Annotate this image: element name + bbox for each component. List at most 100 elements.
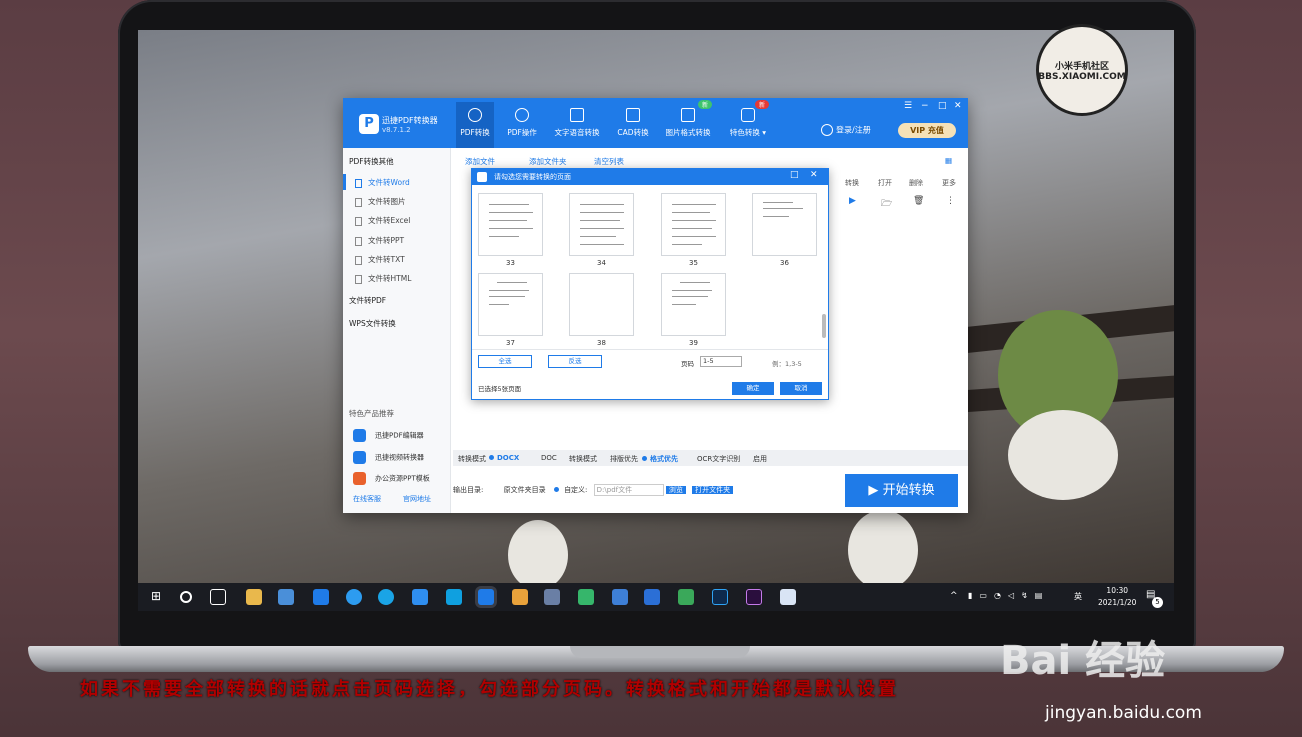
task-view-icon[interactable]: [210, 589, 226, 605]
player-icon[interactable]: [578, 589, 594, 605]
wechat-icon[interactable]: [678, 589, 694, 605]
pdf-converter-task-icon[interactable]: [478, 589, 494, 605]
nav-special-convert[interactable]: 特色转换 ▾: [723, 102, 773, 148]
photoshop-icon[interactable]: [712, 589, 728, 605]
nav-label: CAD转换: [617, 128, 649, 137]
product-ppt-template[interactable]: 办公资源PPT模板: [353, 472, 430, 485]
sidebar-item-label: 文件转图片: [368, 197, 406, 206]
more-icon[interactable]: ⋮: [946, 196, 955, 206]
folder-open-icon[interactable]: 🗁: [881, 196, 892, 212]
nav-cad-convert[interactable]: CAD转换: [613, 102, 653, 148]
radio-selected-icon: [553, 487, 559, 492]
browser-icon[interactable]: [346, 589, 362, 605]
nav-pdf-convert[interactable]: PDF转换: [456, 102, 494, 148]
close-icon[interactable]: ✕: [954, 101, 962, 111]
invert-select-button[interactable]: 反选: [548, 355, 602, 368]
page-thumbnail[interactable]: [569, 273, 634, 336]
open-folder-button[interactable]: 打开文件夹: [692, 486, 734, 494]
kugou-icon[interactable]: [378, 589, 394, 605]
option-ocr[interactable]: OCR文字识别: [697, 454, 740, 464]
maximize-icon[interactable]: □: [790, 170, 799, 180]
page-thumbnail[interactable]: [661, 273, 726, 336]
dialog-title: 请勾选您需要转换的页面: [472, 169, 828, 185]
start-menu-icon[interactable]: ⊞: [148, 589, 164, 605]
sidebar-item-txt[interactable]: 文件转TXT: [355, 254, 405, 265]
sidebar-group-wps[interactable]: WPS文件转换: [349, 318, 396, 329]
nav-pdf-operate[interactable]: PDF操作: [501, 102, 543, 148]
page-thumbnail[interactable]: [569, 193, 634, 256]
page-number: 39: [689, 339, 698, 347]
file-explorer-icon[interactable]: [246, 589, 262, 605]
windows-taskbar: ⊞ ^ ▮▭◔◁↯▤ 英 10:30 2021/1/20 ▤ 5: [138, 583, 1174, 611]
page-number: 34: [597, 259, 606, 267]
app-icon[interactable]: [446, 589, 462, 605]
online-service-link[interactable]: 在线客服: [353, 494, 381, 504]
col-more: 更多: [942, 179, 956, 187]
vip-recharge-button[interactable]: VIP 充值: [898, 123, 956, 138]
mode-label-2: 转换模式: [569, 455, 597, 463]
start-label: 开始转换: [882, 483, 935, 498]
page-range-input[interactable]: 1-5: [700, 356, 742, 367]
feishu-icon[interactable]: [412, 589, 428, 605]
ok-button[interactable]: 确定: [732, 382, 774, 395]
cancel-button[interactable]: 取消: [780, 382, 822, 395]
option-doc[interactable]: DOC: [541, 454, 557, 462]
edge-icon[interactable]: [313, 589, 329, 605]
page-thumbnail[interactable]: [478, 193, 543, 256]
option-docx[interactable]: DOCX: [489, 454, 519, 462]
xiaomi-watermark: 小米手机社区 BBS.XIAOMI.COM: [1036, 24, 1128, 116]
trash-icon[interactable]: 🗑: [913, 196, 924, 206]
snip-icon[interactable]: [544, 589, 560, 605]
screenshot-tool-icon[interactable]: [780, 589, 796, 605]
clear-list-button[interactable]: 清空列表: [594, 156, 624, 167]
select-all-button[interactable]: 全选: [478, 355, 532, 368]
premiere-icon[interactable]: [746, 589, 762, 605]
output-path-input[interactable]: D:\pdf文件: [593, 484, 664, 496]
product-pdf-editor[interactable]: 迅捷PDF编辑器: [353, 429, 424, 442]
maximize-icon[interactable]: □: [938, 101, 947, 111]
divider: [472, 349, 828, 350]
sidebar-group-pdf-to-other[interactable]: PDF转换其他: [349, 156, 394, 167]
scrollbar-thumb[interactable]: [822, 314, 826, 338]
clock[interactable]: 10:30 2021/1/20: [1098, 585, 1136, 609]
sidebar-item-html[interactable]: 文件转HTML: [355, 273, 411, 284]
sidebar-group-file-to-pdf[interactable]: 文件转PDF: [349, 295, 386, 306]
official-site-link[interactable]: 官网地址: [403, 494, 431, 504]
sidebar-item-ppt[interactable]: 文件转PPT: [355, 235, 404, 246]
input-language[interactable]: 英: [1074, 591, 1082, 602]
nav-text-voice[interactable]: 文字语音转换: [550, 102, 604, 148]
browse-button[interactable]: 浏览: [665, 486, 686, 494]
sidebar-item-image[interactable]: 文件转图片: [355, 196, 406, 207]
output-source-option[interactable]: 原文件夹目录: [504, 486, 546, 494]
option-format-label: 格式优先: [650, 455, 678, 463]
tray-chevron-icon[interactable]: ^: [950, 591, 958, 601]
add-folder-button[interactable]: 添加文件夹: [529, 156, 567, 167]
sidebar-item-excel[interactable]: 文件转Excel: [355, 215, 410, 226]
page-thumbnail[interactable]: [661, 193, 726, 256]
option-format-first[interactable]: 格式优先: [642, 454, 678, 464]
play-icon[interactable]: ▶: [849, 196, 856, 206]
page-thumbnail[interactable]: [752, 193, 817, 256]
page-thumbnail[interactable]: [478, 273, 543, 336]
paint-icon[interactable]: [512, 589, 528, 605]
grid-view-icon[interactable]: ▦: [945, 156, 952, 165]
video-converter-icon: [353, 451, 366, 464]
output-row: 输出目录: 原文件夹目录 自定义: D:\pdf文件 浏览 打开文件夹: [453, 484, 734, 496]
start-convert-button[interactable]: ▶ 开始转换: [845, 474, 958, 507]
search-icon[interactable]: [180, 591, 192, 603]
word-icon[interactable]: [644, 589, 660, 605]
remote-icon[interactable]: [612, 589, 628, 605]
store-icon[interactable]: [278, 589, 294, 605]
output-custom-option[interactable]: 自定义:: [564, 486, 587, 494]
sidebar-item-word[interactable]: 文件转Word: [355, 177, 410, 188]
option-apply[interactable]: 启用: [753, 454, 767, 464]
close-icon[interactable]: ✕: [810, 170, 818, 180]
add-file-button[interactable]: 添加文件: [465, 156, 495, 167]
option-layout-first[interactable]: 排版优先: [610, 454, 638, 464]
mode-label: 转换模式: [458, 455, 486, 463]
product-video-converter[interactable]: 迅捷视频转换器: [353, 451, 424, 464]
login-link[interactable]: 登录/注册: [821, 124, 871, 136]
minimize-icon[interactable]: −: [921, 101, 929, 111]
menu-icon[interactable]: ☰: [904, 101, 912, 111]
output-label: 输出目录:: [453, 486, 484, 494]
